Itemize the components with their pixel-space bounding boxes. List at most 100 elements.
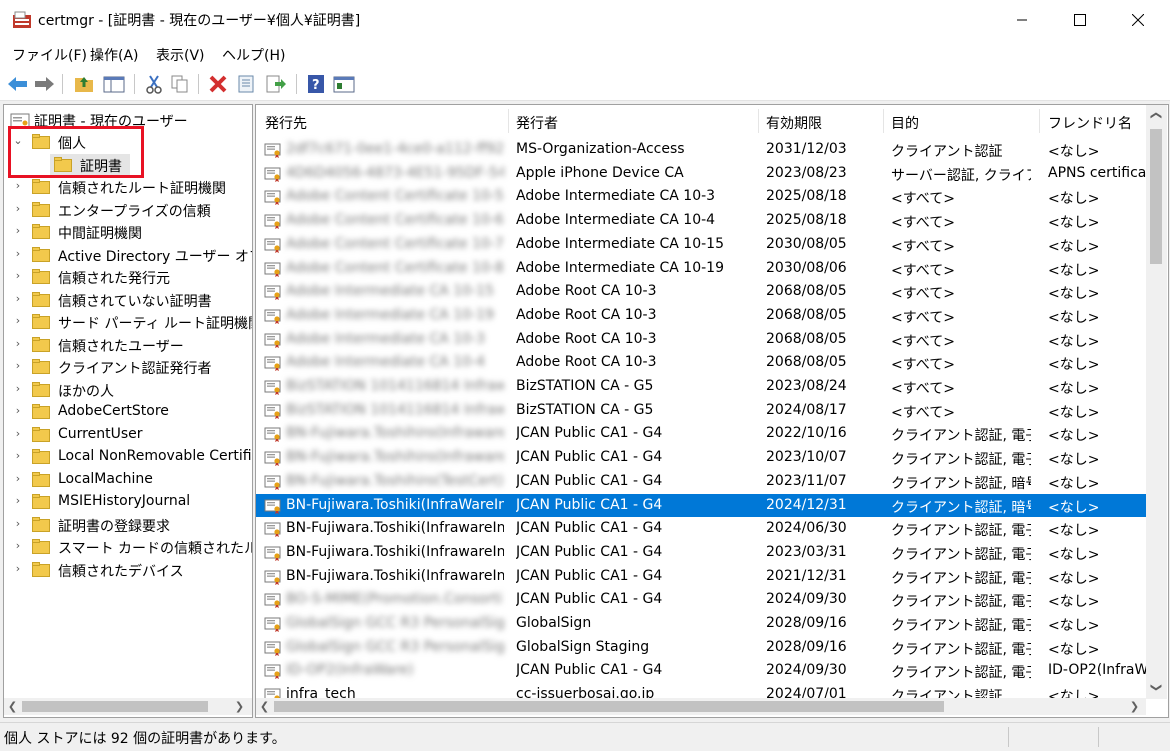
table-row[interactable]: Adobe Content Certificate 10-7 Adobe Inte… — [256, 233, 1146, 257]
menu-help[interactable]: ヘルプ(H) — [222, 45, 285, 65]
scrollbar-thumb[interactable] — [1150, 129, 1162, 264]
tree-item[interactable]: › 信頼されていない証明書 — [4, 289, 252, 311]
chevron-right-icon[interactable]: › — [12, 449, 24, 463]
tree-item[interactable]: › 証明書の登録要求 — [4, 514, 252, 536]
tree-item[interactable]: › 信頼されたルート証明機関 — [4, 176, 252, 198]
chevron-right-icon[interactable]: › — [12, 382, 24, 396]
column-divider[interactable] — [883, 109, 884, 133]
table-row[interactable]: BN-Fujiwara.Toshiki(InfraWareIn... JCAN P… — [256, 493, 1146, 518]
tree-item[interactable]: › 信頼された発行元 — [4, 266, 252, 288]
column-header-issued-to[interactable]: 発行先 — [265, 113, 307, 133]
scrollbar-thumb[interactable] — [274, 701, 944, 712]
table-row[interactable]: 4D6D4056-4873-4E51-95DF-5432 Apple iPhone… — [256, 162, 1146, 186]
view-button[interactable] — [332, 72, 356, 96]
chevron-right-icon[interactable]: › — [12, 562, 24, 576]
tree-item[interactable]: › スマート カードの信頼されたルート — [4, 536, 252, 558]
certificate-list[interactable]: 発行先 ^ 発行者 有効期限 目的 フレンドリ名 2df7c671-0ee1-4… — [255, 104, 1169, 718]
column-divider[interactable] — [1039, 109, 1040, 133]
table-row[interactable]: BN-Fujiwara.Toshihiro(Infrawarel JCAN Pub… — [256, 446, 1146, 470]
column-header-issued-by[interactable]: 発行者 — [516, 113, 558, 133]
tree-item[interactable]: › Active Directory ユーザー オブジェクト — [4, 244, 252, 266]
maximize-button[interactable] — [1052, 0, 1108, 40]
table-row[interactable]: Adobe Intermediate CA 10-15 Adobe Root CA… — [256, 280, 1146, 304]
chevron-right-icon[interactable]: › — [12, 539, 24, 553]
chevron-right-icon[interactable]: › — [12, 314, 24, 328]
scroll-right-icon[interactable]: ❯ — [1126, 698, 1143, 715]
menu-action[interactable]: 操作(A) — [90, 45, 139, 65]
scroll-down-icon[interactable]: ❯ — [1148, 679, 1165, 696]
table-row[interactable]: BN-Fujiwara.Toshiki(InfrawareInc... JCAN … — [256, 565, 1146, 589]
chevron-right-icon[interactable]: › — [12, 269, 24, 283]
table-row[interactable]: BN-Fujiwara.Toshiki(InfrawareInc... JCAN … — [256, 517, 1146, 541]
tree-item[interactable]: › Local NonRemovable Certificates — [4, 446, 252, 468]
chevron-right-icon[interactable]: › — [12, 247, 24, 261]
scroll-left-icon[interactable]: ❮ — [4, 698, 21, 715]
table-row[interactable]: GlobalSign GCC R3 PersonalSign GlobalSign… — [256, 612, 1146, 636]
tree-item[interactable]: › サード パーティ ルート証明機関 — [4, 311, 252, 333]
chevron-right-icon[interactable]: › — [12, 359, 24, 373]
table-row[interactable]: Adobe Content Certificate 10-5 Adobe Inte… — [256, 185, 1146, 209]
help-button[interactable]: ? — [304, 72, 328, 96]
export-button[interactable] — [264, 72, 288, 96]
table-row[interactable]: ID-OP2(InfraWare) JCAN Public CA1 - G4 202… — [256, 659, 1146, 683]
tree-item[interactable]: › ほかの人 — [4, 379, 252, 401]
up-level-button[interactable] — [72, 72, 96, 96]
table-row[interactable]: BO-S-MIME(Promotion.Consorti JCAN Public … — [256, 588, 1146, 612]
column-header-friendly-name[interactable]: フレンドリ名 — [1048, 113, 1132, 133]
close-button[interactable] — [1110, 0, 1166, 40]
scroll-up-icon[interactable]: ❮ — [1148, 107, 1165, 124]
list-vertical-scrollbar[interactable]: ❮ ❯ — [1146, 105, 1167, 699]
table-row[interactable]: BN-Fujiwara.Toshihiro(Infrawarel JCAN Pub… — [256, 422, 1146, 446]
column-divider[interactable] — [508, 109, 509, 133]
minimize-button[interactable] — [994, 0, 1050, 40]
chevron-right-icon[interactable]: › — [12, 202, 24, 216]
table-row[interactable]: BizSTATION 1014116814 Infrawa BizSTATION … — [256, 399, 1146, 423]
column-divider[interactable] — [758, 109, 759, 133]
chevron-right-icon[interactable]: › — [12, 224, 24, 238]
scroll-left-icon[interactable]: ❮ — [256, 698, 273, 715]
tree-item[interactable]: › クライアント認証発行者 — [4, 356, 252, 378]
chevron-right-icon[interactable]: › — [12, 179, 24, 193]
column-header-expiration[interactable]: 有効期限 — [766, 113, 822, 133]
table-row[interactable]: GlobalSign GCC R3 PersonalSign GlobalSign… — [256, 636, 1146, 660]
delete-button[interactable] — [206, 72, 230, 96]
properties-button[interactable] — [234, 72, 258, 96]
cut-button[interactable] — [142, 72, 166, 96]
scroll-right-icon[interactable]: ❯ — [231, 698, 248, 715]
menu-file[interactable]: ファイル(F) — [12, 45, 87, 65]
table-row[interactable]: Adobe Content Certificate 10-6 Adobe Inte… — [256, 209, 1146, 233]
chevron-right-icon[interactable]: › — [12, 404, 24, 418]
tree-item[interactable]: › 信頼されたデバイス — [4, 559, 252, 581]
tree-item[interactable]: › MSIEHistoryJournal — [4, 491, 252, 513]
chevron-right-icon[interactable]: › — [12, 472, 24, 486]
chevron-right-icon[interactable]: › — [12, 494, 24, 508]
column-header-purposes[interactable]: 目的 — [891, 113, 919, 133]
menu-view[interactable]: 表示(V) — [156, 45, 205, 65]
chevron-right-icon[interactable]: › — [12, 517, 24, 531]
tree-item[interactable]: › 信頼されたユーザー — [4, 334, 252, 356]
tree-item[interactable]: › LocalMachine — [4, 469, 252, 491]
table-row[interactable]: Adobe Content Certificate 10-8 Adobe Inte… — [256, 257, 1146, 281]
tree-item[interactable]: › エンタープライズの信頼 — [4, 199, 252, 221]
table-row[interactable]: BN-Fujiwara.Toshiki(InfrawareInc... JCAN … — [256, 541, 1146, 565]
back-button[interactable] — [6, 72, 30, 96]
table-row[interactable]: Adobe Intermediate CA 10-19 Adobe Root CA… — [256, 304, 1146, 328]
chevron-right-icon[interactable]: › — [12, 337, 24, 351]
chevron-right-icon[interactable]: › — [12, 427, 24, 441]
table-row[interactable]: 2df7c671-0ee1-4ce0-a112-ff92dc MS-Organiz… — [256, 138, 1146, 162]
tree-item[interactable]: › CurrentUser — [4, 424, 252, 446]
table-row[interactable]: BN-Fujiwara.Toshihiro(TestCert) JCAN Publ… — [256, 470, 1146, 494]
table-row[interactable]: Adobe Intermediate CA 10-3 Adobe Root CA … — [256, 328, 1146, 352]
table-row[interactable]: Adobe Intermediate CA 10-4 Adobe Root CA … — [256, 351, 1146, 375]
table-row[interactable]: BizSTATION 1014116814 Infrawa BizSTATION … — [256, 375, 1146, 399]
list-horizontal-scrollbar[interactable]: ❮ ❯ — [256, 698, 1146, 715]
chevron-right-icon[interactable]: › — [12, 292, 24, 306]
scrollbar-thumb[interactable] — [22, 701, 208, 712]
forward-button[interactable] — [32, 72, 56, 96]
tree-item[interactable]: › AdobeCertStore — [4, 401, 252, 423]
copy-button[interactable] — [168, 72, 192, 96]
tree-horizontal-scrollbar[interactable]: ❮ ❯ — [4, 698, 252, 715]
show-hide-tree-button[interactable] — [102, 72, 126, 96]
tree-pane[interactable]: 証明書 - 現在のユーザー ⌄ 個人 証明書 › 信頼されたルート証明機関 › エンタープラ… — [3, 104, 253, 718]
tree-item[interactable]: › 中間証明機関 — [4, 221, 252, 243]
